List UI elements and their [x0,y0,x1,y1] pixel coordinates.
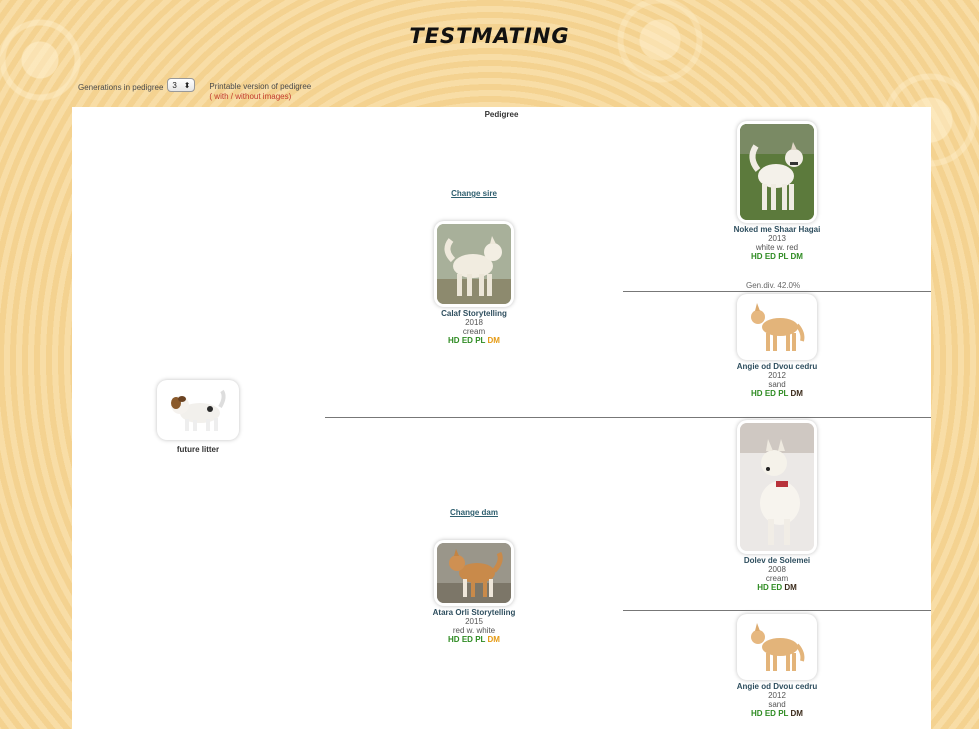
sire-name: Calaf Storytelling [441,309,507,318]
dam-dam-tests: HD ED PL DM [717,709,837,719]
sire-tests: HD ED PL DM [424,336,524,346]
change-sire-link[interactable]: Change sire [434,189,514,198]
dam-name: Atara Orli Storytelling [432,608,516,617]
sire-sire-tests: HD ED PL DM [717,252,837,262]
test-pl: PL [778,389,789,398]
dam-photo [437,543,511,603]
sire-sire-card[interactable]: Noked me Shaar Hagai 2013 white w. red H… [717,124,837,262]
dam-dam-year: 2012 [768,691,786,700]
generations-label: Generations in pedigree [78,83,164,92]
pedigree-title: Pedigree [484,110,519,119]
test-hd: HD [751,252,763,261]
test-ed: ED [764,389,776,398]
sire-photo [437,224,511,304]
printable-with-images-link[interactable]: with [214,92,228,101]
generations-select-value: 3 [172,80,177,90]
test-pl: PL [475,336,486,345]
printable-separator: / [230,92,233,101]
dam-sire-card[interactable]: Dolev de Solemei 2008 cream HD ED DM [717,423,837,593]
sire-dam-color: sand [768,380,786,389]
test-hd: HD [751,709,763,718]
dam-dam-card[interactable]: Angie od Dvou cedru 2012 sand HD ED PL D… [717,617,837,719]
dam-sire-year: 2008 [768,565,786,574]
sire-dam-name: Angie od Dvou cedru [736,362,818,371]
change-dam-link[interactable]: Change dam [434,508,514,517]
test-hd: HD [757,583,769,592]
printable-without-images-link[interactable]: without images [235,92,288,101]
dam-year: 2015 [465,617,483,626]
dam-sire-name: Dolev de Solemei [743,556,811,565]
test-dm: DM [784,583,797,592]
sire-sire-color: white w. red [755,243,799,252]
test-hd: HD [448,635,460,644]
printable-version: Printable version of pedigree ( with / w… [209,82,311,102]
pedigree-divider-main [325,417,931,418]
dam-tests: HD ED PL DM [412,635,536,645]
sire-sire-name: Noked me Shaar Hagai [733,225,821,234]
sire-dam-card[interactable]: Angie od Dvou cedru 2012 sand HD ED PL D… [717,297,837,399]
test-ed: ED [770,583,783,592]
test-pl: PL [778,709,789,718]
sire-color: cream [462,327,486,336]
sire-year: 2018 [465,318,483,327]
dam-dam-name: Angie od Dvou cedru [736,682,818,691]
test-dm: DM [790,389,803,398]
test-pl: PL [475,635,486,644]
printable-label: Printable version of pedigree [209,82,312,91]
sire-sire-photo [740,124,814,220]
test-dm: DM [487,336,500,345]
test-hd: HD [448,336,460,345]
dam-sire-color: cream [765,574,789,583]
test-dm: DM [487,635,500,644]
sire-dam-tests: HD ED PL DM [717,389,837,399]
future-litter-name: future litter [176,445,220,454]
printable-close-paren: ) [288,92,292,101]
test-ed: ED [764,709,776,718]
chevron-updown-icon: ⬍ [183,80,191,90]
printable-open-paren: ( [209,92,213,101]
pedigree-panel: Pedigree future litter Change sire Calaf… [72,107,931,729]
genetic-diversity: Gen.div. 42.0% [746,281,801,290]
sire-card[interactable]: Calaf Storytelling 2018 cream HD ED PL D… [424,224,524,346]
dam-sire-photo [740,423,814,551]
generations-select[interactable]: 3 ⬍ [167,78,196,92]
future-litter-photo [160,383,236,437]
dam-sire-tests: HD ED DM [717,583,837,593]
dam-card[interactable]: Atara Orli Storytelling 2015 red w. whit… [412,543,536,645]
pedigree-controls: Generations in pedigree 3 ⬍ Printable ve… [78,78,311,102]
test-ed: ED [461,336,473,345]
dam-color: red w. white [452,626,496,635]
dam-dam-color: sand [768,700,786,709]
dam-dam-photo [740,617,814,677]
pedigree-divider-sire [623,291,931,292]
page-title: TESTMATING [409,24,570,48]
test-ed: ED [764,252,776,261]
future-litter-card[interactable]: future litter [156,383,240,454]
test-dm: DM [790,252,803,261]
test-dm: DM [790,709,803,718]
sire-dam-photo [740,297,814,357]
pedigree-divider-dam [623,610,931,611]
sire-dam-year: 2012 [768,371,786,380]
test-hd: HD [751,389,763,398]
test-pl: PL [778,252,789,261]
test-ed: ED [461,635,473,644]
sire-sire-year: 2013 [768,234,786,243]
